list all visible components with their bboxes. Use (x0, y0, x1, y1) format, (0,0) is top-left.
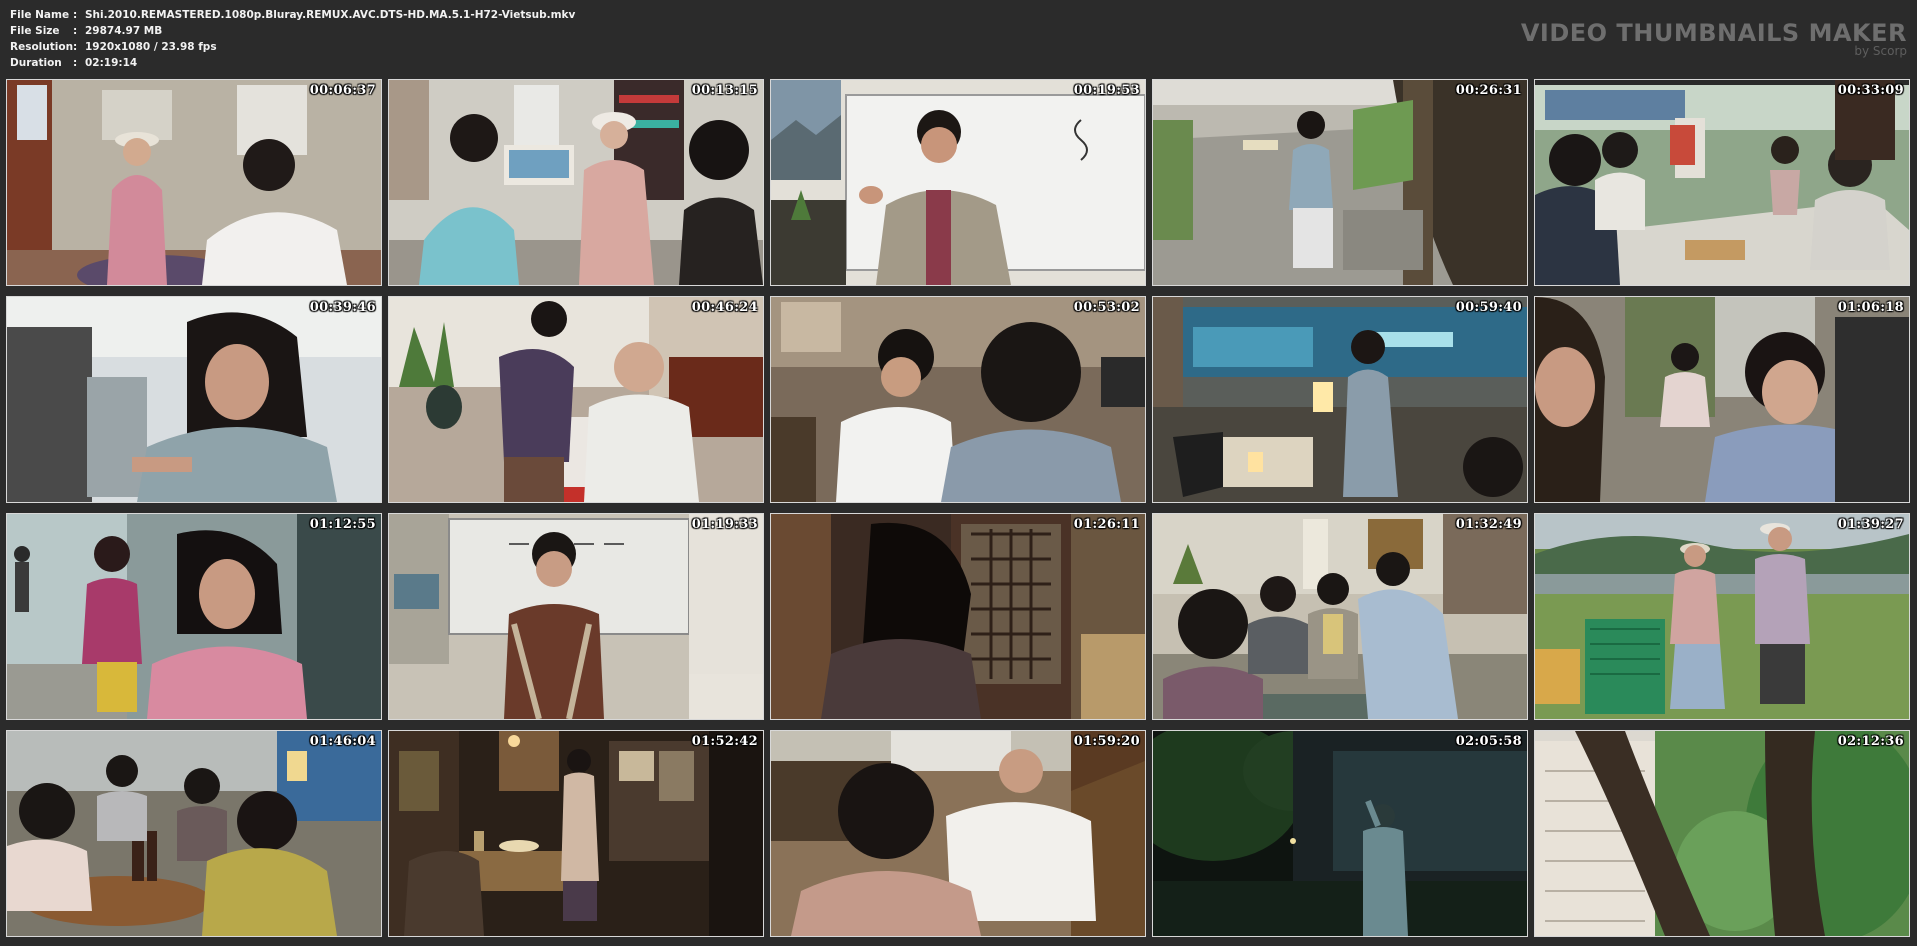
video-thumbnail[interactable]: 00:19:53 (770, 79, 1146, 286)
duration-label: Duration (10, 57, 62, 69)
video-thumbnail[interactable]: 00:39:46 (6, 296, 382, 503)
frame-image (771, 731, 1145, 936)
timestamp: 01:46:04 (309, 734, 376, 749)
frame-image (1153, 514, 1527, 719)
timestamp: 01:26:11 (1073, 517, 1140, 532)
video-thumbnail[interactable]: 00:53:02 (770, 296, 1146, 503)
timestamp: 00:13:15 (691, 83, 758, 98)
timestamp: 00:33:09 (1837, 83, 1904, 98)
frame-image (1153, 731, 1527, 936)
video-thumbnail[interactable]: 01:19:33 (388, 513, 764, 720)
video-thumbnail[interactable]: 01:52:42 (388, 730, 764, 937)
frame-image (389, 731, 763, 936)
video-thumbnail[interactable]: 01:39:27 (1534, 513, 1910, 720)
separator: : (73, 41, 78, 53)
timestamp: 00:26:31 (1455, 83, 1522, 98)
timestamp: 00:39:46 (309, 300, 376, 315)
frame-image (389, 514, 763, 719)
file-size-value: 29874.97 MB (85, 25, 163, 37)
timestamp: 01:32:49 (1455, 517, 1522, 532)
timestamp: 00:46:24 (691, 300, 758, 315)
file-size-row: File Size : 29874.97 MB (10, 23, 575, 39)
video-thumbnail[interactable]: 01:12:55 (6, 513, 382, 720)
video-thumbnail[interactable]: 00:59:40 (1152, 296, 1528, 503)
timestamp: 01:06:18 (1837, 300, 1904, 315)
frame-image (389, 80, 763, 285)
frame-image (1153, 80, 1527, 285)
resolution-row: Resolution : 1920x1080 / 23.98 fps (10, 39, 575, 55)
brand-title: VIDEO THUMBNAILS MAKER (1520, 19, 1907, 47)
video-thumbnail[interactable]: 00:33:09 (1534, 79, 1910, 286)
info-header: File Name : Shi.2010.REMASTERED.1080p.Bl… (0, 0, 1917, 76)
frame-image (1535, 297, 1909, 502)
separator: : (73, 9, 78, 21)
thumbnail-grid: 00:06:37 00:13:15 00:19:53 00:26:31 00:3… (6, 79, 1912, 941)
frame-image (1535, 80, 1909, 285)
resolution-label: Resolution (10, 41, 74, 53)
frame-image (7, 297, 381, 502)
video-thumbnail[interactable]: 02:12:36 (1534, 730, 1910, 937)
frame-image (7, 514, 381, 719)
video-thumbnail[interactable]: 00:13:15 (388, 79, 764, 286)
frame-image (389, 297, 763, 502)
file-metadata: File Name : Shi.2010.REMASTERED.1080p.Bl… (10, 7, 575, 71)
frame-image (7, 731, 381, 936)
frame-image (771, 514, 1145, 719)
frame-image (771, 297, 1145, 502)
file-size-label: File Size (10, 25, 60, 37)
file-name-label: File Name (10, 9, 70, 21)
video-thumbnail[interactable]: 01:26:11 (770, 513, 1146, 720)
video-thumbnail[interactable]: 02:05:58 (1152, 730, 1528, 937)
duration-value: 02:19:14 (85, 57, 138, 69)
timestamp: 01:12:55 (309, 517, 376, 532)
file-name-row: File Name : Shi.2010.REMASTERED.1080p.Bl… (10, 7, 575, 23)
video-thumbnail[interactable]: 01:06:18 (1534, 296, 1910, 503)
timestamp: 00:19:53 (1073, 83, 1140, 98)
timestamp: 01:52:42 (691, 734, 758, 749)
video-thumbnail[interactable]: 01:46:04 (6, 730, 382, 937)
resolution-value: 1920x1080 / 23.98 fps (85, 41, 217, 53)
video-thumbnail[interactable]: 01:59:20 (770, 730, 1146, 937)
timestamp: 01:39:27 (1837, 517, 1904, 532)
frame-image (1535, 731, 1909, 936)
brand-watermark: VIDEO THUMBNAILS MAKER by Scorp (1521, 20, 1907, 57)
timestamp: 02:12:36 (1837, 734, 1904, 749)
video-thumbnail[interactable]: 01:32:49 (1152, 513, 1528, 720)
frame-image (1535, 514, 1909, 719)
video-thumbnail[interactable]: 00:26:31 (1152, 79, 1528, 286)
timestamp: 01:19:33 (691, 517, 758, 532)
separator: : (73, 25, 78, 37)
timestamp: 00:06:37 (309, 83, 376, 98)
timestamp: 00:53:02 (1073, 300, 1140, 315)
frame-image (7, 80, 381, 285)
timestamp: 02:05:58 (1455, 734, 1522, 749)
video-thumbnail[interactable]: 00:06:37 (6, 79, 382, 286)
video-thumbnail[interactable]: 00:46:24 (388, 296, 764, 503)
frame-image (1153, 297, 1527, 502)
frame-image (771, 80, 1145, 285)
timestamp: 01:59:20 (1073, 734, 1140, 749)
duration-row: Duration : 02:19:14 (10, 55, 575, 71)
timestamp: 00:59:40 (1455, 300, 1522, 315)
file-name-value: Shi.2010.REMASTERED.1080p.Bluray.REMUX.A… (85, 9, 576, 21)
separator: : (73, 57, 78, 69)
